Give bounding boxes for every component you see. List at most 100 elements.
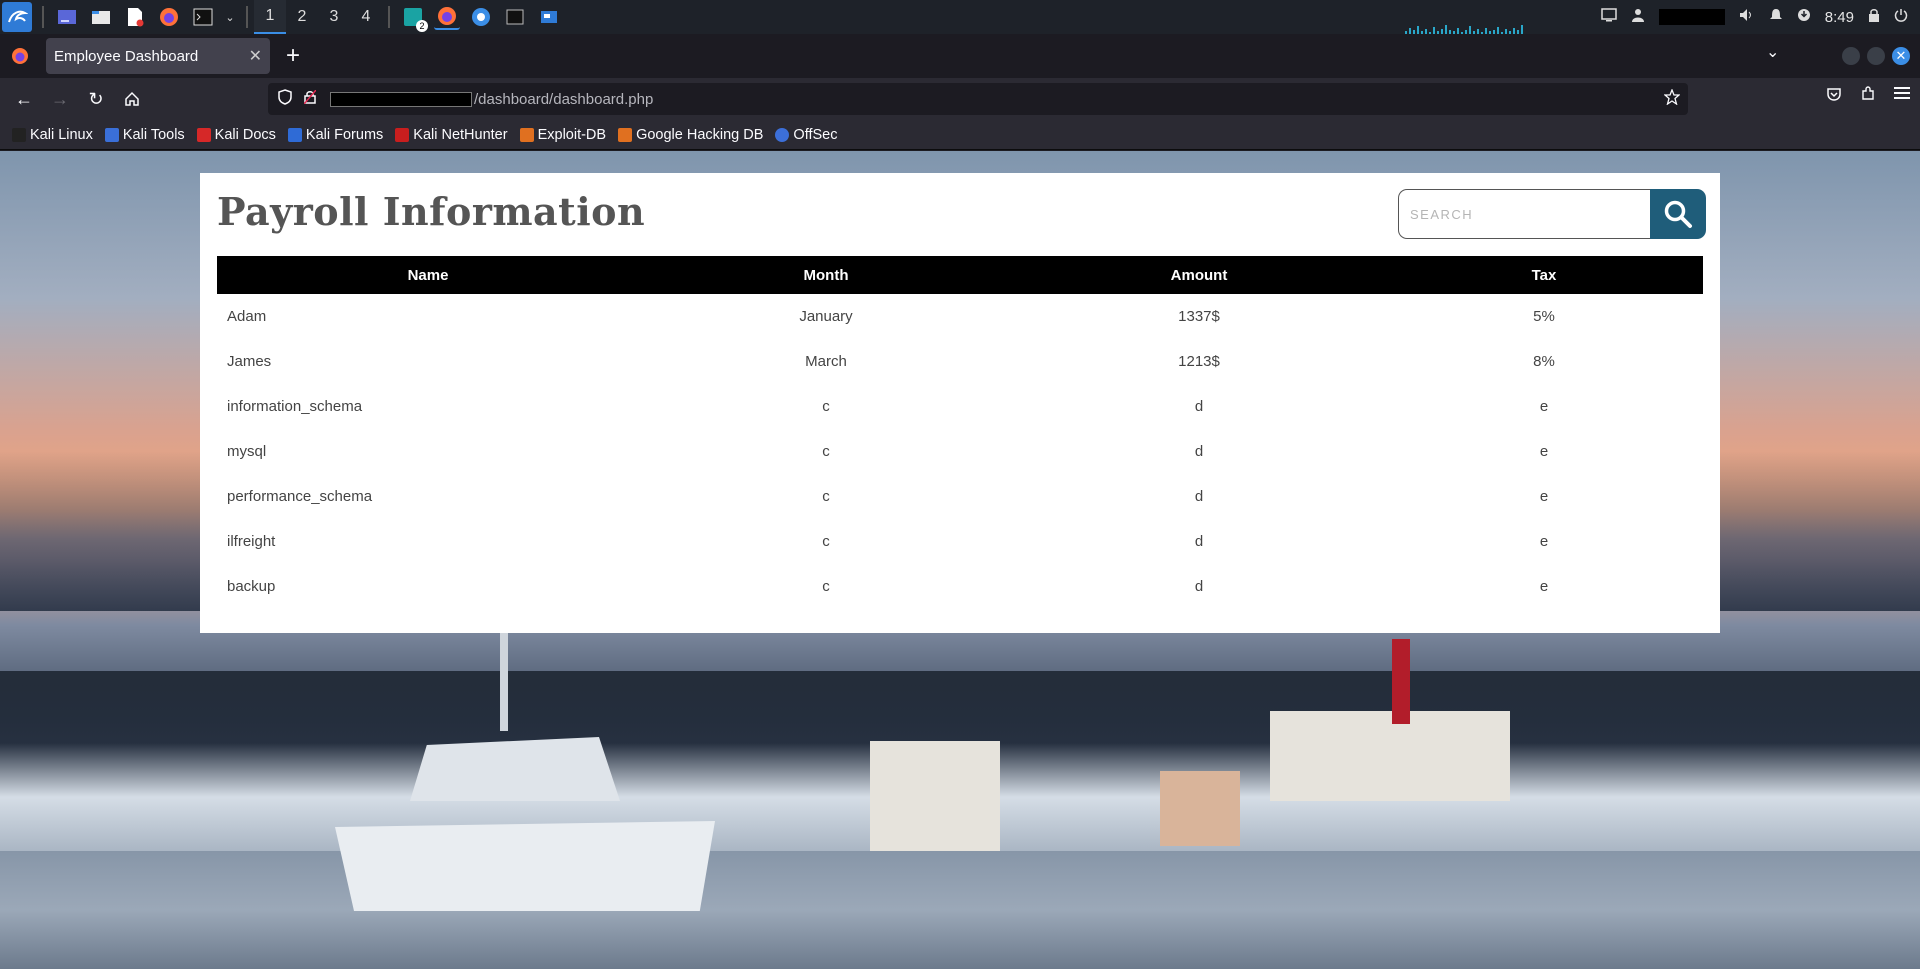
- workspace-3[interactable]: 3: [318, 0, 350, 34]
- payroll-card: Payroll Information Name Month Amount Ta…: [200, 173, 1720, 633]
- taskbar-terminal-icon[interactable]: [502, 4, 528, 30]
- workspace-1[interactable]: 1: [254, 0, 286, 34]
- workspace-4[interactable]: 4: [350, 0, 382, 34]
- terminal-launcher-icon[interactable]: [190, 4, 216, 30]
- lock-icon[interactable]: [1868, 8, 1880, 26]
- desktop-icon[interactable]: [54, 4, 80, 30]
- kali-tools-icon: [104, 127, 119, 142]
- bookmark-kali-forums[interactable]: Kali Forums: [287, 126, 384, 143]
- pocket-icon[interactable]: [1826, 86, 1842, 107]
- os-top-panel: ⌄ 1 2 3 4 2 8:49: [0, 0, 1920, 34]
- redacted-tray-box: [1658, 9, 1725, 25]
- cell-amount: d: [1194, 578, 1204, 595]
- home-icon[interactable]: [114, 81, 150, 117]
- user-icon[interactable]: [1631, 8, 1645, 26]
- cell-amount: d: [1194, 488, 1204, 505]
- exploit-db-icon: [519, 127, 534, 142]
- tab-employee-dashboard[interactable]: Employee Dashboard ✕: [46, 38, 270, 74]
- bookmark-kali-nethunter[interactable]: Kali NetHunter: [395, 127, 508, 143]
- cell-month: c: [822, 533, 830, 550]
- cell-month: c: [822, 578, 830, 595]
- url-bar[interactable]: /dashboard/dashboard.php: [268, 83, 1688, 115]
- cell-month: January: [799, 308, 853, 325]
- update-icon[interactable]: [1797, 8, 1811, 26]
- background-building: [870, 741, 1000, 851]
- padlock-icon[interactable]: [303, 89, 317, 108]
- taskbar-chromium-icon[interactable]: [468, 4, 494, 30]
- background-water: [0, 851, 1920, 969]
- column-header-tax: Tax: [1531, 266, 1557, 284]
- clock[interactable]: 8:49: [1825, 9, 1854, 26]
- taskbar-firefox-icon[interactable]: [434, 4, 460, 30]
- column-header-name: Name: [407, 266, 449, 284]
- redacted-host: [330, 91, 472, 107]
- forward-arrow-icon[interactable]: →: [42, 81, 78, 117]
- bookmark-star-icon[interactable]: [1663, 88, 1681, 109]
- offsec-icon: [775, 127, 790, 142]
- firefox-launcher-icon[interactable]: [156, 4, 182, 30]
- hamburger-menu-icon[interactable]: [1894, 86, 1910, 107]
- power-icon[interactable]: [1894, 8, 1908, 26]
- ghdb-icon: [618, 127, 633, 142]
- nethunter-icon: [395, 127, 410, 142]
- taskbar-badge: 2: [416, 20, 428, 32]
- new-tab-button[interactable]: +: [286, 42, 300, 70]
- url-path: /dashboard/dashboard.php: [474, 90, 654, 108]
- page-viewport: Payroll Information Name Month Amount Ta…: [0, 151, 1920, 969]
- background-building: [1160, 771, 1240, 846]
- kali-forums-icon: [287, 127, 302, 142]
- bookmark-kali-tools[interactable]: Kali Tools: [104, 127, 185, 143]
- network-monitor-graph: [1405, 24, 1560, 34]
- cell-name: ilfreight: [227, 533, 276, 550]
- kali-dragon-icon: [12, 127, 26, 142]
- cell-tax: 5%: [1533, 308, 1555, 325]
- toolbar-right: [1826, 86, 1910, 107]
- bookmark-exploit-db[interactable]: Exploit-DB: [519, 127, 606, 143]
- kali-menu-icon[interactable]: [2, 2, 32, 32]
- list-all-tabs-chevron-icon[interactable]: ⌄: [1766, 42, 1779, 62]
- table-row: ilfreight c d e: [217, 519, 1703, 564]
- table-row: James March 1213$ 8%: [217, 339, 1703, 384]
- text-editor-icon[interactable]: [122, 4, 148, 30]
- screen-icon[interactable]: [1601, 8, 1617, 26]
- maximize-window-button[interactable]: [1867, 47, 1885, 65]
- reload-icon[interactable]: ↻: [78, 81, 114, 117]
- taskbar-window-icon[interactable]: [536, 4, 562, 30]
- tab-close-icon[interactable]: ✕: [249, 46, 262, 66]
- search-input[interactable]: [1398, 189, 1650, 239]
- cell-amount: d: [1194, 533, 1204, 550]
- cell-tax: e: [1539, 488, 1549, 505]
- page-title: Payroll Information: [217, 189, 646, 234]
- bookmarks-toolbar: Kali Linux Kali Tools Kali Docs Kali For…: [0, 120, 1920, 150]
- search-form: [1398, 189, 1800, 239]
- extensions-puzzle-icon[interactable]: [1860, 86, 1876, 107]
- column-header-amount: Amount: [1170, 266, 1228, 284]
- window-controls: ✕: [1842, 47, 1910, 65]
- table-row: performance_schema c d e: [217, 474, 1703, 519]
- cell-amount: 1213$: [1178, 353, 1220, 370]
- kali-docs-icon: [196, 127, 211, 142]
- cell-month: c: [822, 398, 830, 415]
- minimize-window-button[interactable]: [1842, 47, 1860, 65]
- file-manager-icon[interactable]: [88, 4, 114, 30]
- close-window-button[interactable]: ✕: [1892, 47, 1910, 65]
- volume-icon[interactable]: [1739, 8, 1755, 26]
- search-button[interactable]: [1650, 189, 1706, 239]
- bookmark-offsec[interactable]: OffSec: [775, 127, 837, 143]
- firefox-menu-icon[interactable]: [0, 47, 40, 65]
- bookmark-label: Kali Forums: [305, 126, 384, 143]
- background-building: [1270, 711, 1510, 801]
- back-arrow-icon[interactable]: ←: [6, 81, 42, 117]
- taskbar-app-icon[interactable]: 2: [400, 4, 428, 32]
- notification-bell-icon[interactable]: [1769, 8, 1783, 26]
- bookmark-kali-docs[interactable]: Kali Docs: [196, 127, 276, 143]
- background-red-tower: [1392, 639, 1410, 724]
- bookmark-google-hacking-db[interactable]: Google Hacking DB: [618, 127, 763, 143]
- tracking-shield-icon[interactable]: [278, 89, 292, 109]
- cell-amount: 1337$: [1178, 308, 1220, 325]
- cell-name: information_schema: [227, 398, 363, 415]
- chevron-down-icon[interactable]: ⌄: [224, 4, 236, 30]
- bookmark-kali-linux[interactable]: Kali Linux: [12, 127, 93, 143]
- workspace-2[interactable]: 2: [286, 0, 318, 34]
- panel-separator: [388, 6, 390, 28]
